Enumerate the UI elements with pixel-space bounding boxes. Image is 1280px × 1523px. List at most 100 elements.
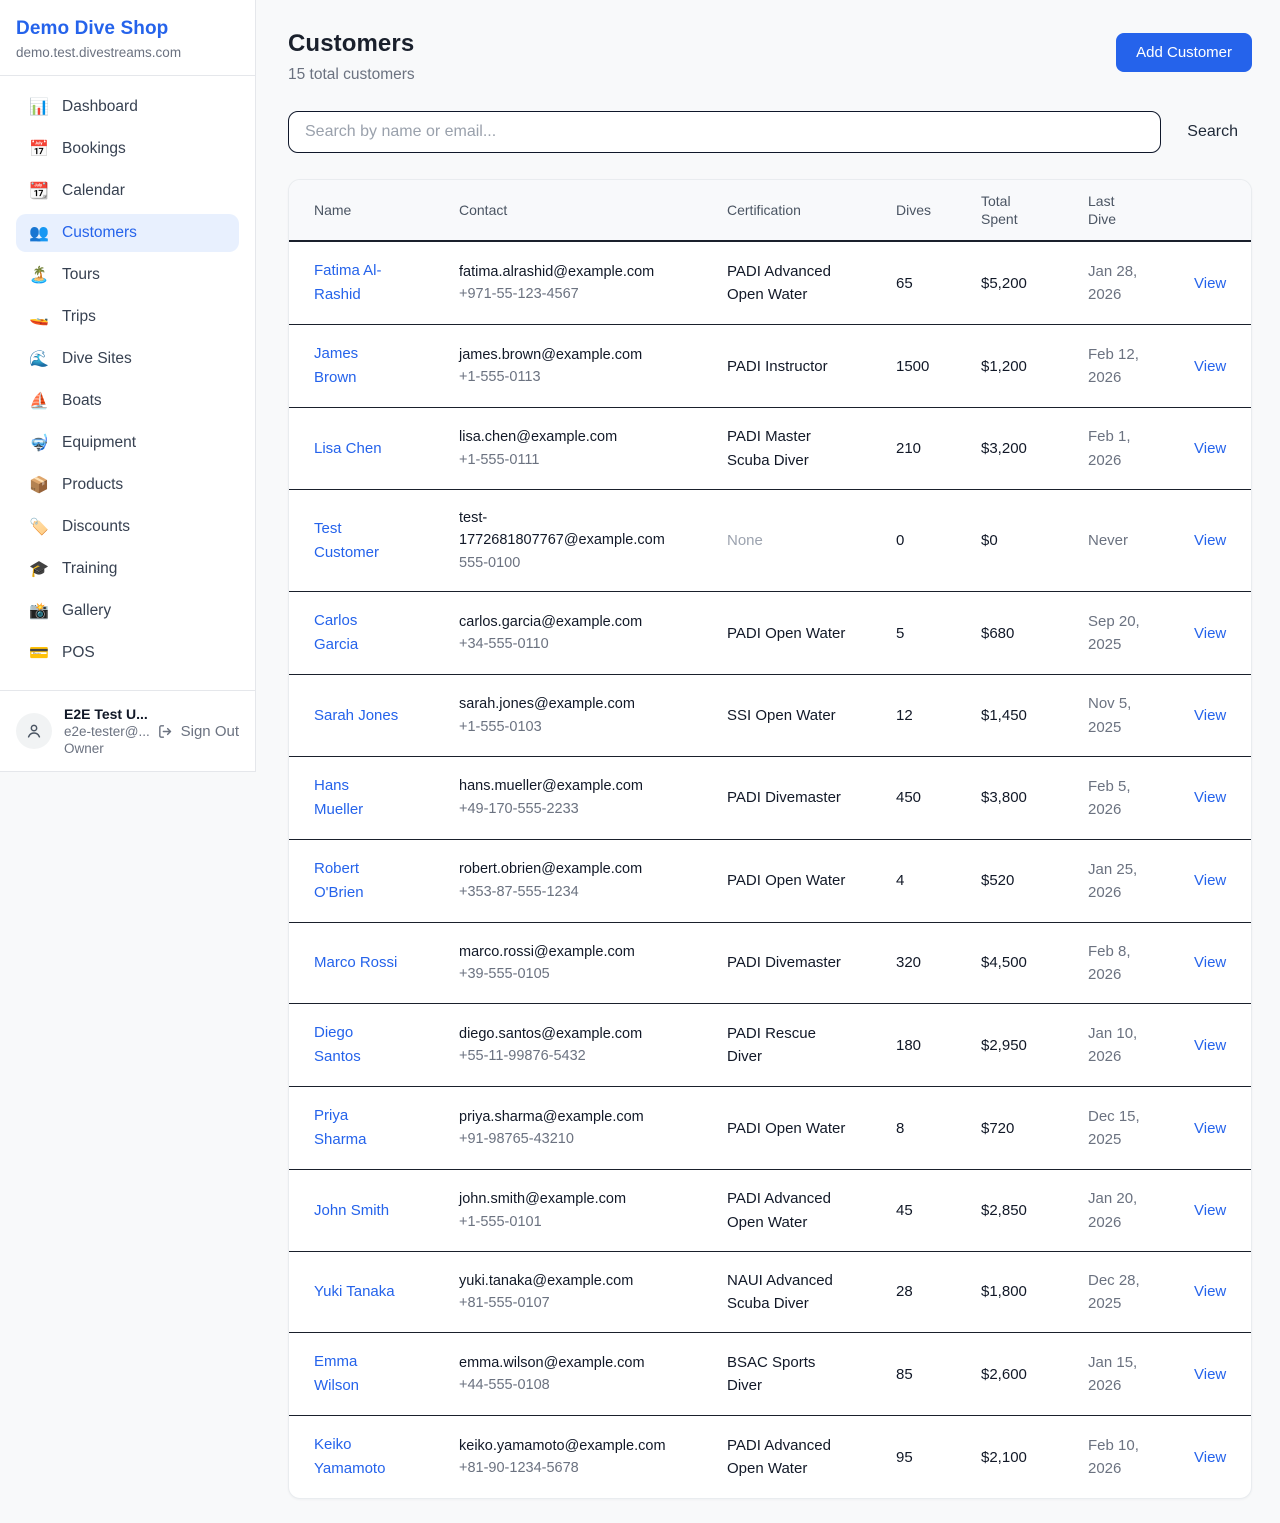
- customer-contact-cell: carlos.garcia@example.com +34-555-0110: [459, 592, 727, 675]
- view-customer-link[interactable]: View: [1194, 1120, 1226, 1137]
- customer-email: lisa.chen@example.com: [459, 426, 673, 448]
- customer-certification: PADI Rescue Diver: [727, 1022, 847, 1069]
- training-icon: 🎓: [28, 559, 50, 579]
- view-customer-link[interactable]: View: [1194, 1449, 1226, 1466]
- view-customer-link[interactable]: View: [1194, 1202, 1226, 1219]
- customer-action-cell: View: [1194, 592, 1251, 675]
- customer-certification-cell: PADI Advanced Open Water: [727, 1170, 896, 1252]
- customer-total-spent: $1,200: [981, 358, 1027, 375]
- view-customer-link[interactable]: View: [1194, 789, 1226, 806]
- add-customer-button[interactable]: Add Customer: [1116, 33, 1252, 72]
- sidebar-item-trips[interactable]: 🚤 Trips: [16, 298, 239, 336]
- view-customer-link[interactable]: View: [1194, 275, 1226, 292]
- sidebar-item-pos[interactable]: 💳 POS: [16, 634, 239, 672]
- customer-phone: 555-0100: [459, 552, 715, 574]
- dashboard-icon: 📊: [28, 97, 50, 117]
- customer-last-dive-cell: Feb 1, 2026: [1088, 408, 1194, 490]
- sidebar-item-label: Boats: [62, 392, 102, 410]
- sidebar-item-gallery[interactable]: 📸 Gallery: [16, 592, 239, 630]
- sidebar-item-customers[interactable]: 👥 Customers: [16, 214, 239, 252]
- view-customer-link[interactable]: View: [1194, 532, 1226, 549]
- customer-phone: +44-555-0108: [459, 1374, 715, 1396]
- customer-name-link[interactable]: Carlos Garcia: [314, 609, 402, 657]
- sidebar-item-tours[interactable]: 🏝️ Tours: [16, 256, 239, 294]
- customer-dives-cell: 450: [896, 756, 981, 839]
- customer-name-link[interactable]: Priya Sharma: [314, 1104, 402, 1152]
- sidebar-item-label: Dashboard: [62, 98, 138, 116]
- bookings-icon: 📅: [28, 139, 50, 159]
- customer-dives-cell: 12: [896, 675, 981, 757]
- view-customer-link[interactable]: View: [1194, 1366, 1226, 1383]
- sidebar-item-calendar[interactable]: 📆 Calendar: [16, 172, 239, 210]
- gallery-icon: 📸: [28, 601, 50, 621]
- customer-contact-cell: emma.wilson@example.com +44-555-0108: [459, 1333, 727, 1416]
- customer-phone: +971-55-123-4567: [459, 283, 715, 305]
- avatar: [16, 713, 52, 749]
- customer-name-link[interactable]: John Smith: [314, 1199, 389, 1223]
- customer-name-link[interactable]: Sarah Jones: [314, 704, 398, 728]
- search-button[interactable]: Search: [1173, 115, 1252, 149]
- customer-total-spent-cell: $2,600: [981, 1333, 1088, 1416]
- sidebar-item-bookings[interactable]: 📅 Bookings: [16, 130, 239, 168]
- sidebar-item-products[interactable]: 📦 Products: [16, 466, 239, 504]
- customer-count: 15 total customers: [288, 66, 415, 84]
- table-row: Robert O'Brien robert.obrien@example.com…: [289, 839, 1251, 922]
- customer-name-link[interactable]: Yuki Tanaka: [314, 1280, 395, 1304]
- customer-name-link[interactable]: Diego Santos: [314, 1021, 402, 1069]
- customer-dives-cell: 65: [896, 241, 981, 325]
- customers-table: Name Contact Certification Dives Total S…: [289, 180, 1251, 1498]
- customer-dives: 450: [896, 789, 921, 806]
- customer-certification: NAUI Advanced Scuba Diver: [727, 1269, 847, 1316]
- view-customer-link[interactable]: View: [1194, 358, 1226, 375]
- customer-dives-cell: 1500: [896, 325, 981, 408]
- search-input[interactable]: [288, 111, 1161, 153]
- sidebar-item-discounts[interactable]: 🏷️ Discounts: [16, 508, 239, 546]
- view-customer-link[interactable]: View: [1194, 625, 1226, 642]
- customer-last-dive-cell: Feb 12, 2026: [1088, 325, 1194, 408]
- customer-name-link[interactable]: Fatima Al-Rashid: [314, 259, 402, 307]
- customer-name-link[interactable]: Test Customer: [314, 517, 402, 565]
- customer-total-spent-cell: $520: [981, 839, 1088, 922]
- customer-name-link[interactable]: Hans Mueller: [314, 774, 402, 822]
- sign-out-button[interactable]: Sign Out: [157, 723, 239, 740]
- customer-dives: 4: [896, 872, 904, 889]
- sidebar-item-dashboard[interactable]: 📊 Dashboard: [16, 88, 239, 126]
- customer-name-link[interactable]: Emma Wilson: [314, 1350, 402, 1398]
- sidebar-item-label: POS: [62, 644, 95, 662]
- search-bar: Search: [288, 111, 1252, 153]
- customer-name-link[interactable]: Marco Rossi: [314, 951, 397, 975]
- customer-last-dive: Jan 28, 2026: [1088, 260, 1158, 307]
- view-customer-link[interactable]: View: [1194, 440, 1226, 457]
- view-customer-link[interactable]: View: [1194, 1037, 1226, 1054]
- customer-dives: 1500: [896, 358, 929, 375]
- customer-last-dive-cell: Never: [1088, 489, 1194, 591]
- view-customer-link[interactable]: View: [1194, 872, 1226, 889]
- sidebar-item-training[interactable]: 🎓 Training: [16, 550, 239, 588]
- customer-name-link[interactable]: James Brown: [314, 342, 402, 390]
- customer-certification: PADI Advanced Open Water: [727, 1434, 847, 1481]
- table-row: Test Customer test-1772681807767@example…: [289, 489, 1251, 591]
- customer-last-dive-cell: Feb 8, 2026: [1088, 922, 1194, 1004]
- view-customer-link[interactable]: View: [1194, 954, 1226, 971]
- customer-dives-cell: 180: [896, 1004, 981, 1087]
- sidebar-item-dive-sites[interactable]: 🌊 Dive Sites: [16, 340, 239, 378]
- sidebar-item-boats[interactable]: ⛵ Boats: [16, 382, 239, 420]
- customer-last-dive-cell: Jan 15, 2026: [1088, 1333, 1194, 1416]
- customer-total-spent: $3,200: [981, 440, 1027, 457]
- customer-name-link[interactable]: Keiko Yamamoto: [314, 1433, 402, 1481]
- customer-phone: +81-90-1234-5678: [459, 1457, 715, 1479]
- table-row: James Brown james.brown@example.com +1-5…: [289, 325, 1251, 408]
- column-header-certification: Certification: [727, 180, 896, 241]
- customer-total-spent: $520: [981, 872, 1014, 889]
- view-customer-link[interactable]: View: [1194, 1283, 1226, 1300]
- table-row: Keiko Yamamoto keiko.yamamoto@example.co…: [289, 1416, 1251, 1499]
- customer-email: marco.rossi@example.com: [459, 941, 673, 963]
- customer-last-dive: Feb 5, 2026: [1088, 775, 1158, 822]
- customer-name-link[interactable]: Robert O'Brien: [314, 857, 402, 905]
- view-customer-link[interactable]: View: [1194, 707, 1226, 724]
- customer-name-link[interactable]: Lisa Chen: [314, 437, 382, 461]
- customer-total-spent: $720: [981, 1120, 1014, 1137]
- customer-contact-cell: yuki.tanaka@example.com +81-555-0107: [459, 1251, 727, 1333]
- sidebar-item-equipment[interactable]: 🤿 Equipment: [16, 424, 239, 462]
- table-row: Fatima Al-Rashid fatima.alrashid@example…: [289, 241, 1251, 325]
